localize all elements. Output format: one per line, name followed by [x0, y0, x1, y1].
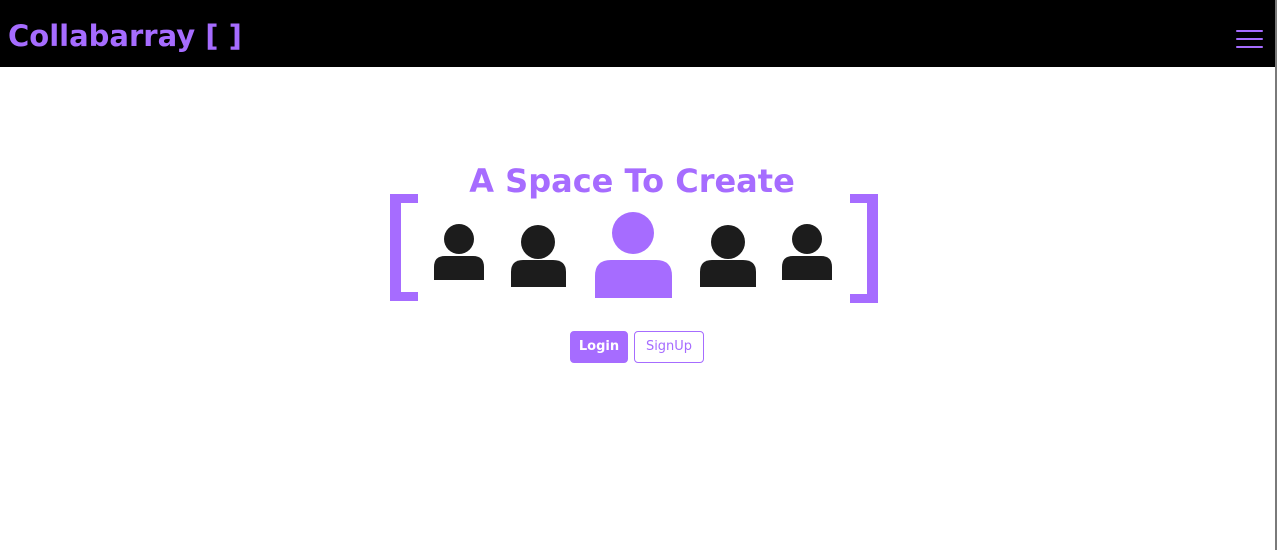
hamburger-menu-icon[interactable] — [1236, 28, 1263, 50]
person-icon — [511, 225, 566, 287]
person-icon — [782, 224, 832, 280]
person-icon — [434, 224, 484, 280]
right-bracket-icon — [850, 194, 878, 303]
brand-logo[interactable]: Collabarray [ ] — [8, 16, 242, 56]
person-icon — [700, 225, 756, 287]
login-button[interactable]: Login — [570, 331, 628, 363]
top-navbar: Collabarray [ ] — [0, 0, 1275, 67]
auth-buttons: Login SignUp — [570, 331, 704, 363]
person-icon-highlighted — [595, 212, 672, 298]
hero-graphic — [385, 190, 885, 310]
signup-button[interactable]: SignUp — [634, 331, 704, 363]
left-bracket-icon — [390, 194, 418, 301]
